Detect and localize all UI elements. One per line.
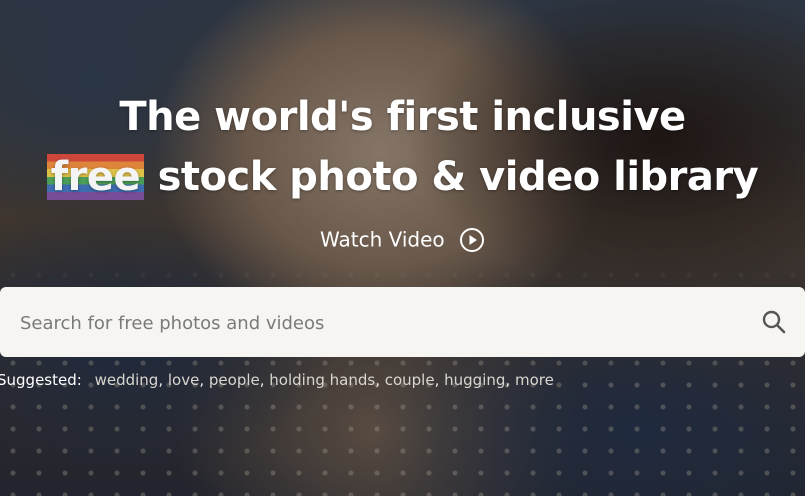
headline-line-2: free stock photo & video library — [0, 148, 805, 206]
headline-line-1: The world's first inclusive — [119, 94, 686, 140]
search-icon[interactable] — [761, 309, 787, 335]
watch-video-link[interactable]: Watch Video — [0, 226, 805, 253]
rainbow-free-word: free — [46, 154, 145, 200]
suggested-searches: Suggested: wedding, love, people, holdin… — [0, 371, 802, 389]
suggest-link-couple[interactable]: couple — [385, 371, 435, 389]
play-circle-icon — [460, 227, 485, 252]
search-input[interactable] — [18, 287, 722, 359]
suggest-link-holding-hands[interactable]: holding hands — [269, 371, 375, 389]
suggest-link-people[interactable]: people — [209, 371, 260, 389]
suggested-label: Suggested: — [0, 371, 82, 389]
suggest-link-more[interactable]: more — [515, 371, 554, 389]
suggest-link-wedding[interactable]: wedding — [95, 371, 159, 389]
headline-line-2-text: stock photo & video library — [144, 154, 759, 200]
suggest-link-hugging[interactable]: hugging — [444, 371, 505, 389]
hero-content: The world's first inclusive free stock p… — [0, 0, 805, 496]
hero-background: The world's first inclusive free stock p… — [0, 0, 805, 496]
watch-video-label: Watch Video — [319, 227, 445, 252]
search-bar — [0, 287, 805, 359]
suggest-link-love[interactable]: love — [168, 371, 199, 389]
